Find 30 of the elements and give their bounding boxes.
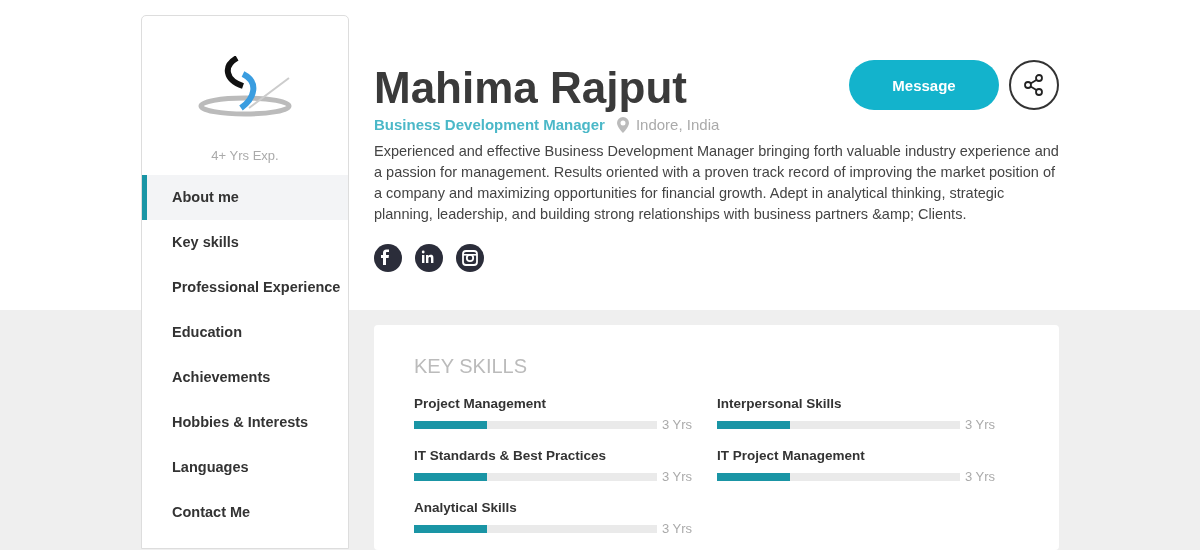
sidebar-item[interactable]: About me [142,175,348,220]
section-title: KEY SKILLS [414,355,528,378]
instagram-icon[interactable] [456,244,484,272]
skill-name: IT Standards & Best Practices [414,448,607,463]
location-pin-icon [616,116,629,133]
skill-years: 3 Yrs [965,469,996,484]
share-button[interactable] [1009,60,1059,110]
sidebar-item[interactable]: Hobbies & Interests [142,400,348,445]
share-icon [1022,73,1046,97]
skill-years: 3 Yrs [662,521,693,536]
sidebar-item[interactable]: Professional Experience [142,265,348,310]
skill-name: IT Project Management [717,448,865,463]
sidebar-item[interactable]: Achievements [142,355,348,400]
profile-name: Mahima Rajput [374,63,687,113]
sidebar-item[interactable]: Contact Me [142,490,348,535]
skill-name: Project Management [414,396,547,411]
facebook-icon[interactable] [374,244,402,272]
skill-years: 3 Yrs [662,469,693,484]
location-label: Indore, India [635,116,720,133]
profile-summary: Experienced and effective Business Development Manager bringing forth valuable industry experience and a passion for management. Results oriented with a proven track record of improving the market position of a company and maximizing opportunities for financial growth. Adept in analytical thinking, strategic planning, leadership, and building strong relationships with business partners &amp; Clients. [374,142,1059,224]
skill-years: 3 Yrs [965,417,996,432]
sidebar-item[interactable]: Key skills [142,220,348,265]
skill-years: 3 Yrs [662,417,693,432]
skill-name: Interpersonal Skills [717,396,842,411]
sidebar-item[interactable]: Languages [142,445,348,490]
job-title: Business Development Manager [374,116,605,133]
sidebar-item[interactable]: Education [142,310,348,355]
skill-name: Analytical Skills [414,500,517,515]
linkedin-icon[interactable] [415,244,443,272]
experience-label: 4+ Yrs Exp. [211,148,279,163]
